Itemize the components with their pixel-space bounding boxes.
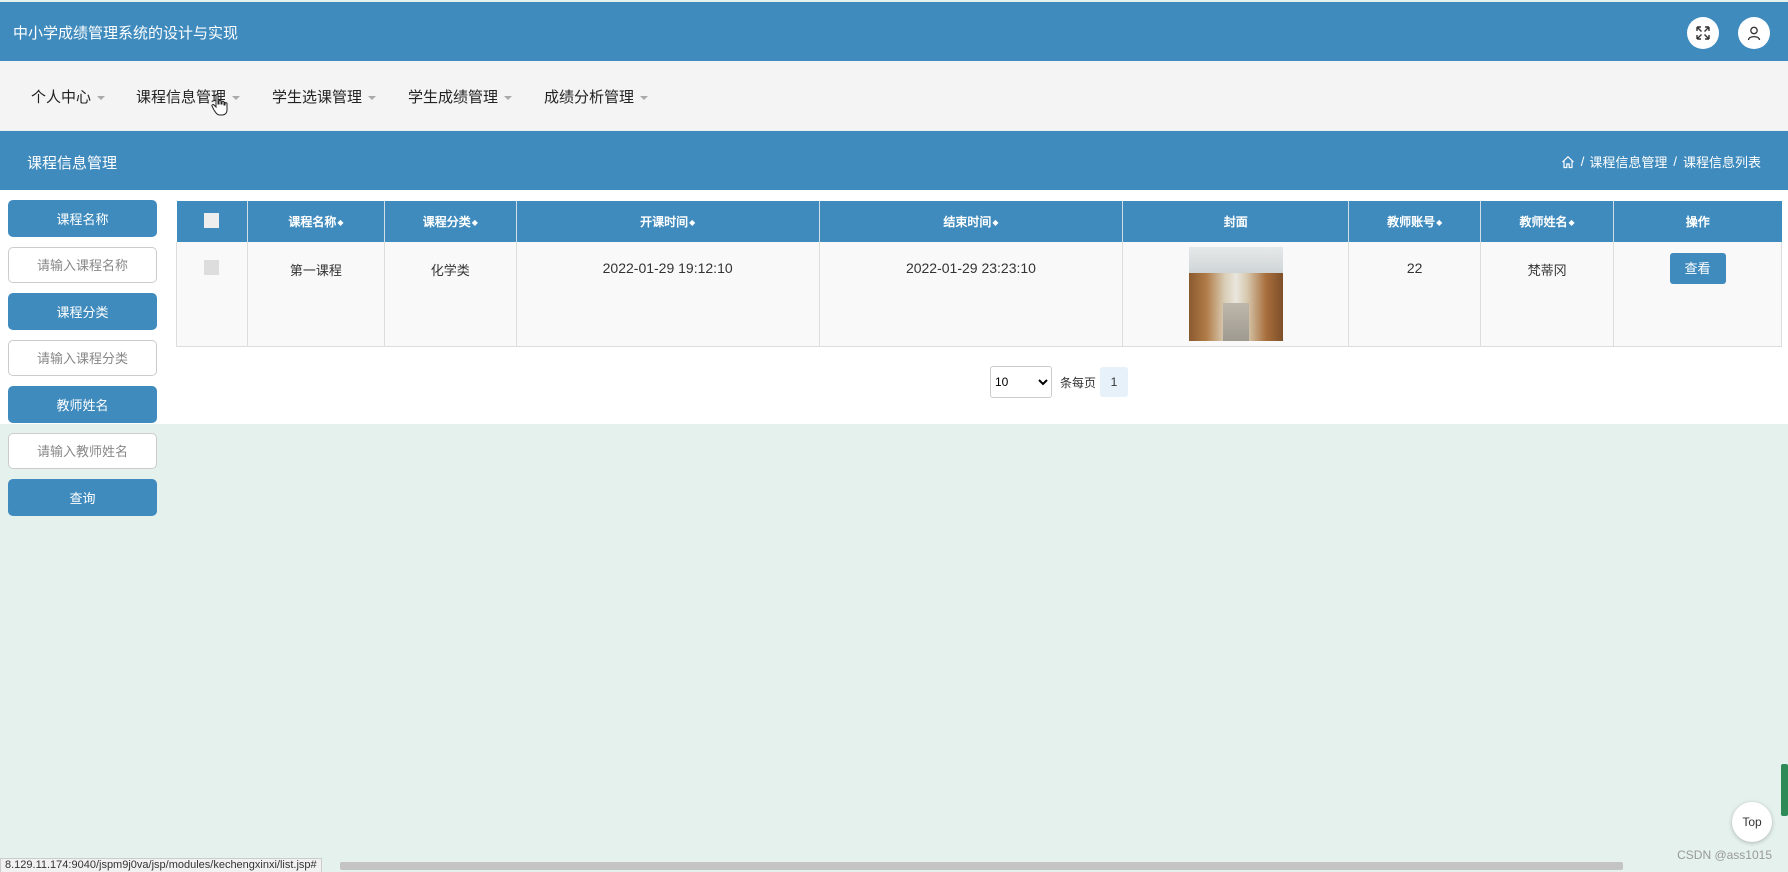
app-header: 中小学成绩管理系统的设计与实现 (0, 2, 1788, 61)
column-header-actions: 操作 (1613, 201, 1782, 242)
sort-icon: ◆ (1436, 218, 1443, 228)
hand-cursor-icon (211, 93, 228, 116)
sort-icon: ◆ (689, 218, 696, 228)
nav-item-label: 成绩分析管理 (544, 89, 635, 106)
home-icon[interactable] (1561, 155, 1575, 169)
teacher-name-cell: 梵蒂冈 (1480, 242, 1615, 347)
watermark: CSDN @ass1015 (1677, 848, 1772, 862)
course-category-input[interactable] (8, 340, 157, 376)
actions-cell: 查看 (1613, 242, 1782, 347)
user-button[interactable] (1738, 17, 1770, 49)
column-header-course-category[interactable]: 课程分类◆ (384, 201, 517, 242)
nav-item-grade-analysis[interactable]: 成绩分析管理 (544, 86, 649, 107)
page-size-select[interactable]: 10 (990, 366, 1052, 398)
teacher-name-input[interactable] (8, 433, 157, 469)
course-table: 课程名称◆ 课程分类◆ 开课时间◆ 结束时间◆ 封面 教师账号◆ 教师姓名◆ 操… (176, 201, 1782, 347)
caret-down-icon (368, 95, 377, 100)
breadcrumb-item-course-list: 课程信息列表 (1682, 155, 1761, 170)
teacher-name-label: 教师姓名 (8, 386, 157, 423)
page-title: 课程信息管理 (27, 155, 118, 172)
caret-down-icon (97, 95, 106, 100)
select-all-checkbox[interactable] (204, 212, 220, 228)
table-row: 第一课程 化学类 2022-01-29 19:12:10 2022-01-29 … (176, 242, 1782, 347)
breadcrumb-separator: / (1580, 154, 1585, 169)
sort-icon: ◆ (471, 218, 478, 228)
fullscreen-icon (1696, 26, 1710, 40)
teacher-account-cell: 22 (1348, 242, 1482, 347)
user-icon (1747, 26, 1761, 41)
status-url: 8.129.11.174:9040/jspm9j0va/jsp/modules/… (0, 858, 322, 872)
row-checkbox[interactable] (204, 260, 220, 275)
end-time-cell: 2022-01-29 23:23:10 (819, 242, 1124, 347)
caret-down-icon (640, 95, 649, 100)
cover-image (1188, 247, 1283, 341)
start-time-cell: 2022-01-29 19:12:10 (516, 242, 820, 347)
course-name-input[interactable] (8, 247, 157, 283)
caret-down-icon (232, 95, 241, 100)
nav-item-personal-center[interactable]: 个人中心 (31, 86, 106, 107)
cover-cell (1122, 242, 1350, 347)
breadcrumb-item-course-info[interactable]: 课程信息管理 (1589, 152, 1667, 171)
fullscreen-button[interactable] (1687, 17, 1719, 49)
column-header-end-time[interactable]: 结束时间◆ (819, 201, 1124, 242)
nav-item-course-selection[interactable]: 学生选课管理 (272, 86, 377, 107)
view-button[interactable]: 查看 (1669, 253, 1726, 284)
nav-item-label: 个人中心 (31, 89, 92, 106)
sort-icon: ◆ (1568, 218, 1575, 228)
back-to-top-button[interactable]: Top (1732, 802, 1772, 842)
page-banner: 课程信息管理 / 课程信息管理 / 课程信息列表 (0, 131, 1788, 190)
query-button[interactable]: 查询 (8, 479, 157, 516)
course-category-label: 课程分类 (8, 293, 157, 330)
nav-item-student-grades[interactable]: 学生成绩管理 (408, 86, 513, 107)
breadcrumb-separator: / (1673, 154, 1677, 169)
app-title: 中小学成绩管理系统的设计与实现 (13, 25, 239, 42)
nav-item-label: 学生选课管理 (272, 89, 363, 106)
course-name-label: 课程名称 (8, 200, 157, 237)
table-header-row: 课程名称◆ 课程分类◆ 开课时间◆ 结束时间◆ 封面 教师账号◆ 教师姓名◆ 操… (176, 201, 1782, 242)
column-header-teacher-name[interactable]: 教师姓名◆ (1480, 201, 1615, 242)
breadcrumb: / 课程信息管理 / 课程信息列表 (1561, 152, 1761, 171)
per-page-label: 条每页 (1060, 375, 1097, 390)
course-category-cell: 化学类 (384, 242, 517, 347)
nav-item-label: 学生成绩管理 (408, 89, 499, 106)
sort-icon: ◆ (337, 218, 344, 228)
vertical-scrollbar[interactable] (1781, 764, 1788, 816)
page-number-current[interactable]: 1 (1100, 367, 1129, 397)
column-header-course-name[interactable]: 课程名称◆ (247, 201, 385, 242)
column-header-cover: 封面 (1122, 201, 1350, 242)
column-header-teacher-account[interactable]: 教师账号◆ (1348, 201, 1482, 242)
sort-icon: ◆ (992, 218, 999, 228)
caret-down-icon (504, 95, 513, 100)
course-name-cell: 第一课程 (247, 242, 385, 347)
horizontal-scrollbar[interactable] (340, 862, 1623, 870)
select-all-header[interactable] (176, 201, 248, 242)
row-select-cell (176, 242, 248, 347)
main-nav: 个人中心 课程信息管理 学生选课管理 学生成绩管理 成绩分析管理 (0, 61, 1788, 130)
column-header-start-time[interactable]: 开课时间◆ (516, 201, 820, 242)
pagination: 10 条每页 1 (990, 366, 1129, 398)
